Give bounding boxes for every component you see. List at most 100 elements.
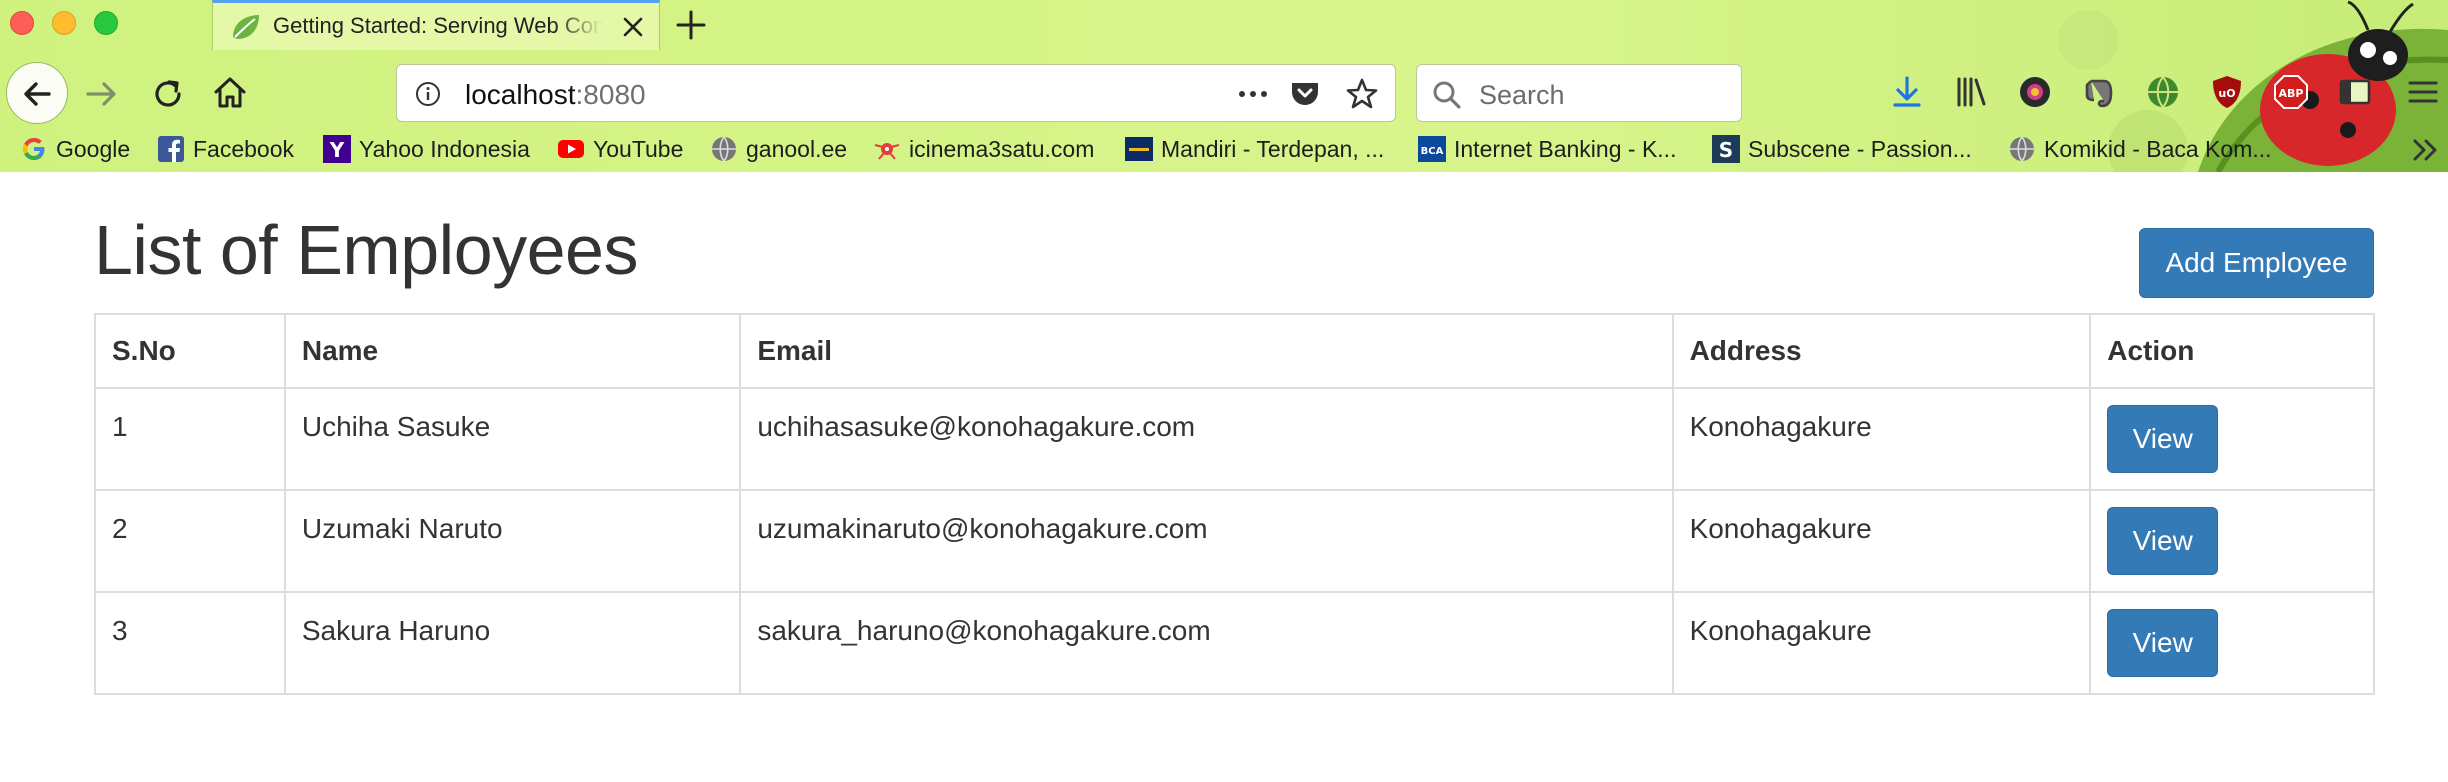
table-header-row: S.No Name Email Address Action	[94, 313, 2375, 389]
tab-strip: Getting Started: Serving Web Content	[0, 0, 2448, 50]
page-title: List of Employees	[94, 211, 638, 289]
cell-address: Konohagakure	[1671, 387, 2092, 491]
browser-chrome: Getting Started: Serving Web Content	[0, 0, 2448, 172]
facebook-icon	[158, 136, 184, 162]
spring-leaf-icon	[233, 15, 259, 39]
column-header-email: Email	[739, 313, 1674, 389]
view-button[interactable]: View	[2107, 507, 2219, 575]
window-maximize-button[interactable]	[94, 11, 118, 35]
cell-name: Sakura Haruno	[283, 591, 742, 695]
bookmark-icinema[interactable]: icinema3satu.com	[873, 132, 1094, 166]
more-icon[interactable]	[1233, 79, 1273, 109]
svg-text:BCA: BCA	[1421, 146, 1444, 157]
bookmark-mandiri[interactable]: Mandiri - Terdepan, ...	[1125, 132, 1384, 166]
arrow-left-icon	[24, 82, 51, 106]
cell-sno: 3	[94, 591, 286, 695]
svg-text:ABP: ABP	[2279, 87, 2304, 100]
column-header-action: Action	[2089, 313, 2375, 389]
globe-extension-icon[interactable]	[2144, 73, 2182, 111]
bookmark-google[interactable]: Google	[20, 132, 130, 166]
cell-email: uchihasasuke@konohagakure.com	[739, 387, 1674, 491]
navigation-toolbar: localhost:8080 Search uO ABP	[0, 58, 2448, 128]
hamburger-menu-icon[interactable]	[2404, 73, 2442, 111]
cell-email: sakura_haruno@konohagakure.com	[739, 591, 1674, 695]
bookmark-label: icinema3satu.com	[909, 135, 1095, 162]
view-button[interactable]: View	[2107, 405, 2219, 473]
subscene-icon: S	[1712, 135, 1740, 163]
table-row: 2 Uzumaki Naruto uzumakinaruto@konohagak…	[94, 489, 2375, 593]
url-port: :8080	[575, 79, 646, 110]
view-button[interactable]: View	[2107, 609, 2219, 677]
bookmark-internet-banking[interactable]: BCA Internet Banking - K...	[1418, 132, 1676, 166]
plus-icon[interactable]	[672, 6, 710, 44]
home-icon[interactable]	[210, 73, 250, 113]
column-header-name: Name	[283, 313, 742, 389]
bookmark-subscene[interactable]: S Subscene - Passion...	[1712, 132, 1972, 166]
cell-sno: 2	[94, 489, 286, 593]
reload-icon[interactable]	[148, 74, 188, 114]
bookmark-label: Yahoo Indonesia	[359, 135, 530, 162]
svg-text:S: S	[1719, 138, 1733, 162]
download-icon[interactable]	[1888, 73, 1926, 111]
bookmark-label: Facebook	[193, 135, 295, 162]
youtube-icon	[558, 140, 584, 158]
column-header-address: Address	[1671, 313, 2092, 389]
yahoo-icon: Y	[323, 135, 351, 163]
film-reel-icon	[874, 143, 900, 160]
bookmark-yahoo[interactable]: Y Yahoo Indonesia	[323, 132, 530, 166]
library-icon[interactable]	[1952, 73, 1990, 111]
window-close-button[interactable]	[10, 11, 34, 35]
cell-name: Uchiha Sasuke	[283, 387, 742, 491]
bookmark-label: Komikid - Baca Kom...	[2044, 135, 2272, 162]
close-icon[interactable]	[619, 13, 647, 41]
info-icon[interactable]	[415, 81, 441, 107]
cell-action: View	[2089, 387, 2375, 491]
cell-email: uzumakinaruto@konohagakure.com	[739, 489, 1674, 593]
bookmark-komikid[interactable]: Komikid - Baca Kom...	[2008, 132, 2272, 166]
bookmark-youtube[interactable]: YouTube	[557, 132, 683, 166]
address-bar[interactable]: localhost:8080	[396, 64, 1396, 122]
evernote-icon[interactable]	[2080, 73, 2118, 111]
column-header-sno: S.No	[94, 313, 286, 389]
ublock-icon[interactable]: uO	[2208, 73, 2246, 111]
bookmark-ganool[interactable]: ganool.ee	[710, 132, 847, 166]
globe-icon	[2010, 136, 2034, 162]
tab-active[interactable]: Getting Started: Serving Web Content	[212, 0, 660, 50]
url-host: localhost	[465, 79, 576, 110]
bca-icon: BCA	[1418, 136, 1446, 162]
table-row: 1 Uchiha Sasuke uchihasasuke@konohagakur…	[94, 387, 2375, 491]
add-employee-button[interactable]: Add Employee	[2139, 228, 2374, 298]
search-bar[interactable]: Search	[1416, 64, 1742, 122]
table-row: 3 Sakura Haruno sakura_haruno@konohagaku…	[94, 591, 2375, 695]
svg-text:Y: Y	[329, 138, 345, 162]
cell-action: View	[2089, 591, 2375, 695]
bookmark-label: ganool.ee	[746, 135, 848, 162]
svg-text:uO: uO	[2218, 87, 2235, 100]
mandiri-icon	[1125, 137, 1153, 161]
bookmark-label: YouTube	[593, 135, 684, 162]
sidebar-icon[interactable]	[2336, 73, 2374, 111]
url-text[interactable]: localhost:8080	[465, 79, 646, 111]
chevron-double-right-icon[interactable]	[2410, 136, 2442, 164]
google-icon	[23, 138, 45, 160]
pocket-icon[interactable]	[1289, 79, 1321, 109]
page-content: List of Employees Add Employee S.No Name…	[0, 172, 2448, 782]
arrow-right-icon[interactable]	[82, 74, 122, 114]
bookmarks-toolbar: Google Facebook Y Yahoo Indonesia YouTub…	[0, 128, 2448, 172]
star-icon[interactable]	[1345, 77, 1379, 111]
back-button[interactable]	[6, 62, 68, 124]
bookmark-facebook[interactable]: Facebook	[157, 132, 294, 166]
globe-icon	[712, 136, 736, 162]
cell-sno: 1	[94, 387, 286, 491]
search-icon	[1433, 81, 1461, 109]
employee-table: S.No Name Email Address Action 1 Uchiha …	[94, 313, 2375, 695]
adblock-plus-icon[interactable]: ABP	[2272, 73, 2310, 111]
cell-action: View	[2089, 489, 2375, 593]
cell-address: Konohagakure	[1671, 489, 2092, 593]
bookmark-label: Subscene - Passion...	[1748, 135, 1972, 162]
bookmark-label: Google	[56, 135, 131, 162]
cell-address: Konohagakure	[1671, 591, 2092, 695]
tab-title: Getting Started: Serving Web Content	[273, 13, 603, 38]
window-minimize-button[interactable]	[52, 11, 76, 35]
screen-recorder-icon[interactable]	[2016, 73, 2054, 111]
